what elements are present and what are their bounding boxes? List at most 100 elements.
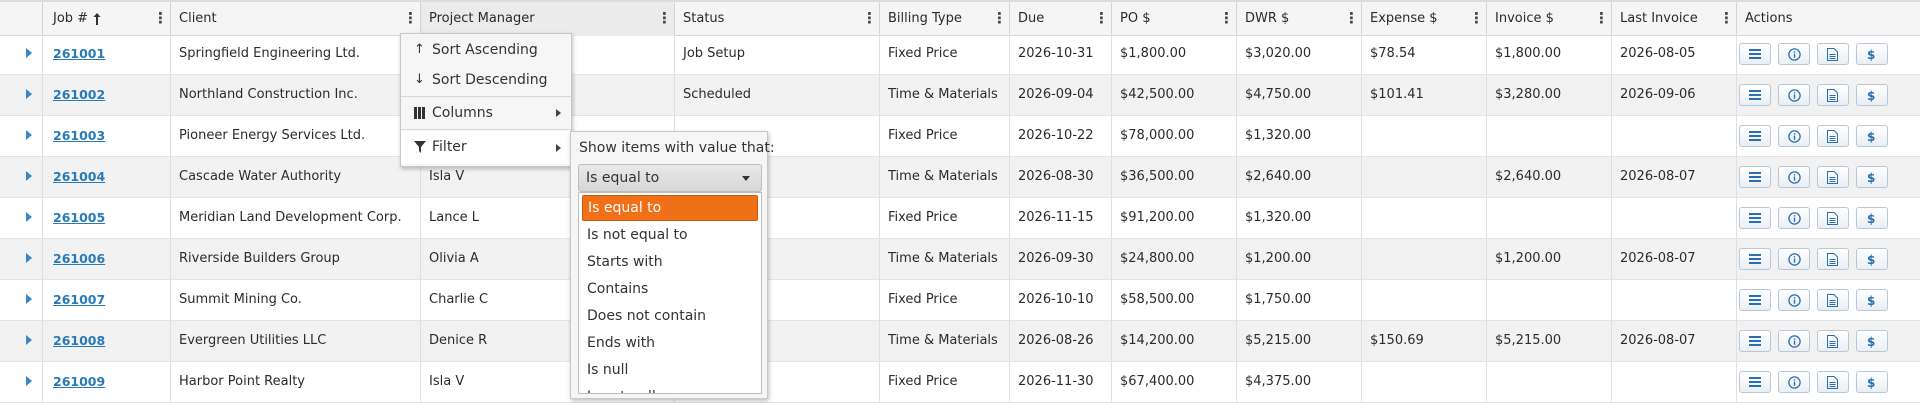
expand-cell[interactable]	[0, 280, 42, 320]
header-pm[interactable]: Project Manager ⋮	[420, 2, 674, 36]
job-cell: 261002	[42, 75, 170, 115]
details-button[interactable]	[1739, 248, 1771, 270]
document-button[interactable]	[1817, 289, 1849, 311]
info-button[interactable]	[1778, 43, 1810, 65]
expand-row-icon[interactable]	[26, 48, 32, 58]
info-button[interactable]	[1778, 84, 1810, 106]
column-menu-icon[interactable]: ⋮	[1219, 2, 1234, 36]
document-button[interactable]	[1817, 43, 1849, 65]
expand-cell[interactable]	[0, 321, 42, 361]
expand-cell[interactable]	[0, 75, 42, 115]
info-button[interactable]	[1778, 248, 1810, 270]
column-menu-icon[interactable]: ⋮	[1344, 2, 1359, 36]
details-button[interactable]	[1739, 43, 1771, 65]
filter-option[interactable]: Contains	[582, 276, 758, 302]
column-menu-icon[interactable]: ⋮	[1094, 2, 1109, 36]
billing-button[interactable]: $	[1856, 207, 1888, 229]
column-menu-icon[interactable]: ⋮	[992, 2, 1007, 36]
expand-row-icon[interactable]	[26, 130, 32, 140]
filter-option[interactable]: Is not equal to	[582, 222, 758, 248]
document-button[interactable]	[1817, 125, 1849, 147]
filter-option[interactable]: Starts with	[582, 249, 758, 275]
billing-button[interactable]: $	[1856, 84, 1888, 106]
billing-button[interactable]: $	[1856, 43, 1888, 65]
header-last-invoice[interactable]: Last Invoice ⋮	[1611, 2, 1736, 36]
document-button[interactable]	[1817, 207, 1849, 229]
job-number-link[interactable]: 261005	[53, 210, 105, 225]
details-button[interactable]	[1739, 166, 1771, 188]
info-button[interactable]	[1778, 207, 1810, 229]
billing-button[interactable]: $	[1856, 330, 1888, 352]
filter-option[interactable]: Ends with	[582, 330, 758, 356]
filter-option[interactable]: Is null	[582, 357, 758, 383]
expand-row-icon[interactable]	[26, 212, 32, 222]
info-button[interactable]	[1778, 289, 1810, 311]
column-menu-icon[interactable]: ⋮	[1719, 2, 1734, 36]
job-number-link[interactable]: 261007	[53, 292, 105, 307]
header-due[interactable]: Due ⋮	[1009, 2, 1111, 36]
expand-row-icon[interactable]	[26, 253, 32, 263]
column-menu-icon[interactable]: ⋮	[403, 2, 418, 36]
header-client[interactable]: Client ⋮	[170, 2, 420, 36]
expand-cell[interactable]	[0, 157, 42, 197]
filter-option[interactable]: Is equal to	[582, 195, 758, 221]
job-number-link[interactable]: 261004	[53, 169, 105, 184]
info-button[interactable]	[1778, 371, 1810, 393]
column-menu-icon[interactable]: ⋮	[1594, 2, 1609, 36]
details-button[interactable]	[1739, 125, 1771, 147]
details-button[interactable]	[1739, 330, 1771, 352]
details-button[interactable]	[1739, 289, 1771, 311]
document-button[interactable]	[1817, 330, 1849, 352]
expand-cell[interactable]	[0, 239, 42, 279]
sort-ascending-item[interactable]: ↑ Sort Ascending	[401, 35, 571, 65]
details-button[interactable]	[1739, 207, 1771, 229]
document-button[interactable]	[1817, 84, 1849, 106]
billing-button[interactable]: $	[1856, 371, 1888, 393]
expand-row-icon[interactable]	[26, 171, 32, 181]
expand-cell[interactable]	[0, 198, 42, 238]
header-job[interactable]: Job # ⋮	[42, 2, 170, 36]
filter-operator-select[interactable]: Is equal to	[578, 164, 762, 192]
column-menu-icon[interactable]: ⋮	[1469, 2, 1484, 36]
header-invoice[interactable]: Invoice $ ⋮	[1486, 2, 1611, 36]
expand-cell[interactable]	[0, 362, 42, 402]
expand-row-icon[interactable]	[26, 294, 32, 304]
details-button[interactable]	[1739, 371, 1771, 393]
column-menu-icon[interactable]: ⋮	[657, 2, 672, 36]
job-number-link[interactable]: 261001	[53, 46, 105, 61]
column-menu-icon[interactable]: ⋮	[862, 2, 877, 36]
details-button[interactable]	[1739, 84, 1771, 106]
expand-row-icon[interactable]	[26, 89, 32, 99]
filter-item[interactable]: Filter	[401, 131, 571, 164]
info-button[interactable]	[1778, 166, 1810, 188]
filter-option[interactable]: Does not contain	[582, 303, 758, 329]
header-expense[interactable]: Expense $ ⋮	[1361, 2, 1486, 36]
job-number-link[interactable]: 261002	[53, 87, 105, 102]
header-status[interactable]: Status ⋮	[674, 2, 879, 36]
expand-cell[interactable]	[0, 116, 42, 156]
billing-button[interactable]: $	[1856, 248, 1888, 270]
job-number-link[interactable]: 261003	[53, 128, 105, 143]
sort-descending-item[interactable]: ↓ Sort Descending	[401, 65, 571, 95]
job-number-link[interactable]: 261006	[53, 251, 105, 266]
job-number-link[interactable]: 261008	[53, 333, 105, 348]
billing-button[interactable]: $	[1856, 125, 1888, 147]
filter-option[interactable]: Is not null	[582, 384, 758, 393]
document-button[interactable]	[1817, 166, 1849, 188]
header-billing[interactable]: Billing Type ⋮	[879, 2, 1009, 36]
column-menu-icon[interactable]: ⋮	[153, 2, 168, 36]
info-button[interactable]	[1778, 125, 1810, 147]
document-button[interactable]	[1817, 371, 1849, 393]
caret-down-icon	[742, 176, 750, 181]
header-dwr[interactable]: DWR $ ⋮	[1236, 2, 1361, 36]
billing-button[interactable]: $	[1856, 289, 1888, 311]
info-button[interactable]	[1778, 330, 1810, 352]
expand-row-icon[interactable]	[26, 376, 32, 386]
document-button[interactable]	[1817, 248, 1849, 270]
expand-cell[interactable]	[0, 34, 42, 74]
billing-button[interactable]: $	[1856, 166, 1888, 188]
columns-item[interactable]: Columns	[401, 98, 571, 128]
expand-row-icon[interactable]	[26, 335, 32, 345]
header-po[interactable]: PO $ ⋮	[1111, 2, 1236, 36]
job-number-link[interactable]: 261009	[53, 374, 105, 389]
